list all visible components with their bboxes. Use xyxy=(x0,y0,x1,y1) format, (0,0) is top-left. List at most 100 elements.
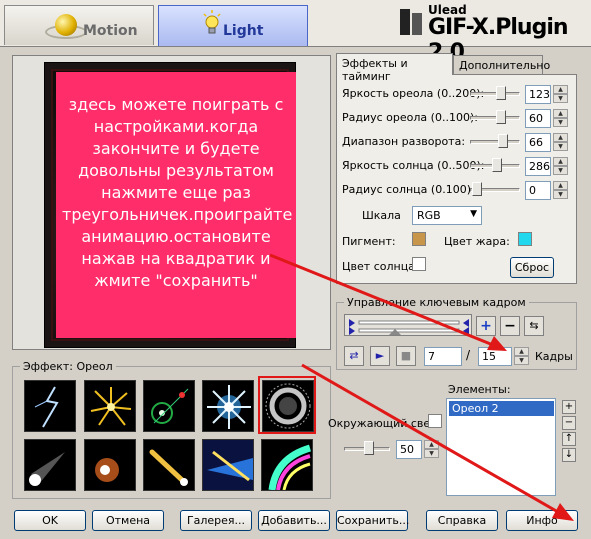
elements-list[interactable]: Ореол 2 xyxy=(446,398,556,496)
spotlight-icon xyxy=(29,452,65,486)
spread-range-spinner[interactable]: ▲ ▼ xyxy=(553,133,568,152)
add-keyframe-button[interactable]: + xyxy=(476,316,496,336)
instruction-overlay: здесь можете поиграть с настройками.когд… xyxy=(56,72,296,338)
blue-star-icon xyxy=(207,385,251,429)
spin-down-icon[interactable]: ▼ xyxy=(553,166,568,175)
play-icon: ► xyxy=(375,349,385,362)
arrow-up-icon: ↑ xyxy=(564,433,574,444)
halo-brightness-track xyxy=(470,92,520,96)
halo-radius-track xyxy=(470,116,520,120)
play-button[interactable]: ► xyxy=(370,346,390,366)
timeline-icon xyxy=(349,319,469,335)
motion-orb-icon xyxy=(55,14,77,36)
total-frames-input[interactable]: 15 xyxy=(478,347,512,366)
frame-separator: / xyxy=(466,348,471,362)
spin-down-icon[interactable]: ▼ xyxy=(424,449,439,458)
lightning-icon xyxy=(34,386,59,428)
scale-select[interactable]: RGB ▼ xyxy=(412,206,482,225)
plus-icon: + xyxy=(480,318,492,334)
spread-range-input[interactable]: 66 xyxy=(525,133,551,152)
effect-thumb-comet[interactable] xyxy=(143,439,195,491)
sun-color-swatch[interactable] xyxy=(412,257,426,271)
effect-thumb-blue-beam[interactable] xyxy=(202,439,254,491)
save-button[interactable]: Сохранить... xyxy=(336,510,409,531)
ok-button[interactable]: OK xyxy=(14,510,86,531)
halo-radius-spinner[interactable]: ▲ ▼ xyxy=(553,109,568,128)
sun-radius-spinner[interactable]: ▲ ▼ xyxy=(553,181,568,200)
plus-icon: + xyxy=(564,401,574,412)
reverse-keyframe-button[interactable]: ⇆ xyxy=(524,316,544,336)
ambient-spinner[interactable]: ▲ ▼ xyxy=(424,440,439,459)
spin-up-icon[interactable]: ▲ xyxy=(553,133,568,142)
loop-button[interactable]: ⇄ xyxy=(344,346,364,366)
timeline-bar[interactable] xyxy=(344,314,472,336)
cancel-button[interactable]: Отмена xyxy=(92,510,164,531)
sun-radius-label: Радиус солнца (0.100): xyxy=(342,183,475,196)
effect-thumb-lens-flare[interactable] xyxy=(143,380,195,432)
ambient-light-label: Окружающий свет xyxy=(328,417,437,430)
spin-down-icon[interactable]: ▼ xyxy=(553,94,568,103)
halo-ring-icon xyxy=(265,383,311,429)
sun-radius-slider[interactable] xyxy=(472,182,482,196)
halo-brightness-spinner[interactable]: ▲ ▼ xyxy=(553,85,568,104)
spin-up-icon[interactable]: ▲ xyxy=(553,157,568,166)
sun-brightness-input[interactable]: 286 xyxy=(525,157,551,176)
spin-up-icon[interactable]: ▲ xyxy=(553,181,568,190)
current-frame-input[interactable]: 7 xyxy=(424,347,462,366)
effect-thumb-lightning[interactable] xyxy=(24,380,76,432)
tab-light[interactable]: Light xyxy=(158,5,308,46)
effect-thumb-spotlight[interactable] xyxy=(24,439,76,491)
help-button[interactable]: Справка xyxy=(426,510,498,531)
ambient-input[interactable]: 50 xyxy=(396,440,422,459)
minus-icon: − xyxy=(564,417,574,428)
sun-brightness-spinner[interactable]: ▲ ▼ xyxy=(553,157,568,176)
pigment-swatch[interactable] xyxy=(412,232,426,246)
sun-brightness-label: Яркость солнца (0..500): xyxy=(342,159,485,172)
spin-up-icon[interactable]: ▲ xyxy=(514,347,529,356)
spin-up-icon[interactable]: ▲ xyxy=(553,85,568,94)
tab-additional[interactable]: Дополнительно xyxy=(453,55,550,74)
sun-brightness-slider[interactable] xyxy=(492,158,502,172)
halo-brightness-slider[interactable] xyxy=(496,86,506,100)
total-frames-spinner[interactable]: ▲ ▼ xyxy=(514,347,529,366)
effect-thumb-rainbow[interactable] xyxy=(261,439,313,491)
gallery-button[interactable]: Галерея... xyxy=(180,510,252,531)
element-remove-button[interactable]: − xyxy=(562,416,576,430)
halo-brightness-input[interactable]: 123 xyxy=(525,85,551,104)
add-button[interactable]: Добавить... xyxy=(258,510,330,531)
effect-thumb-blue-star[interactable] xyxy=(202,380,254,432)
remove-keyframe-button[interactable]: − xyxy=(500,316,520,336)
spin-down-icon[interactable]: ▼ xyxy=(553,118,568,127)
tab-motion[interactable]: Motion xyxy=(4,5,154,45)
element-up-button[interactable]: ↑ xyxy=(562,432,576,446)
element-down-button[interactable]: ↓ xyxy=(562,448,576,462)
effect-thumb-firework[interactable] xyxy=(84,380,136,432)
info-button[interactable]: Инфо xyxy=(506,510,578,531)
comet-icon xyxy=(149,449,188,486)
sun-radius-input[interactable]: 0 xyxy=(525,181,551,200)
halo-radius-slider[interactable] xyxy=(496,110,506,124)
element-item[interactable]: Ореол 2 xyxy=(449,401,554,416)
spread-range-slider[interactable] xyxy=(498,134,508,148)
stop-button[interactable]: ■ xyxy=(396,346,416,366)
spin-down-icon[interactable]: ▼ xyxy=(514,356,529,365)
spin-down-icon[interactable]: ▼ xyxy=(553,190,568,199)
heat-color-swatch[interactable] xyxy=(518,232,532,246)
reset-button[interactable]: Сброс xyxy=(510,257,554,278)
spin-up-icon[interactable]: ▲ xyxy=(424,440,439,449)
halo-radius-input[interactable]: 60 xyxy=(525,109,551,128)
ambient-slider[interactable] xyxy=(364,441,374,455)
tab-effects-timing[interactable]: Эффекты и тайминг xyxy=(336,53,453,83)
settings-panel xyxy=(336,74,577,284)
spin-down-icon[interactable]: ▼ xyxy=(553,142,568,151)
halo-radius-label: Радиус ореола (0..100): xyxy=(342,111,478,124)
effect-thumb-orange-glow[interactable] xyxy=(84,439,136,491)
elements-label: Элементы: xyxy=(448,383,511,396)
ambient-light-checkbox[interactable] xyxy=(428,414,442,428)
effect-thumb-halo-selected[interactable] xyxy=(258,376,316,434)
ulead-logo-icon xyxy=(400,9,422,35)
keyframe-legend: Управление ключевым кадром xyxy=(344,296,529,309)
loop-icon: ⇄ xyxy=(349,349,359,362)
spin-up-icon[interactable]: ▲ xyxy=(553,109,568,118)
element-add-button[interactable]: + xyxy=(562,400,576,414)
